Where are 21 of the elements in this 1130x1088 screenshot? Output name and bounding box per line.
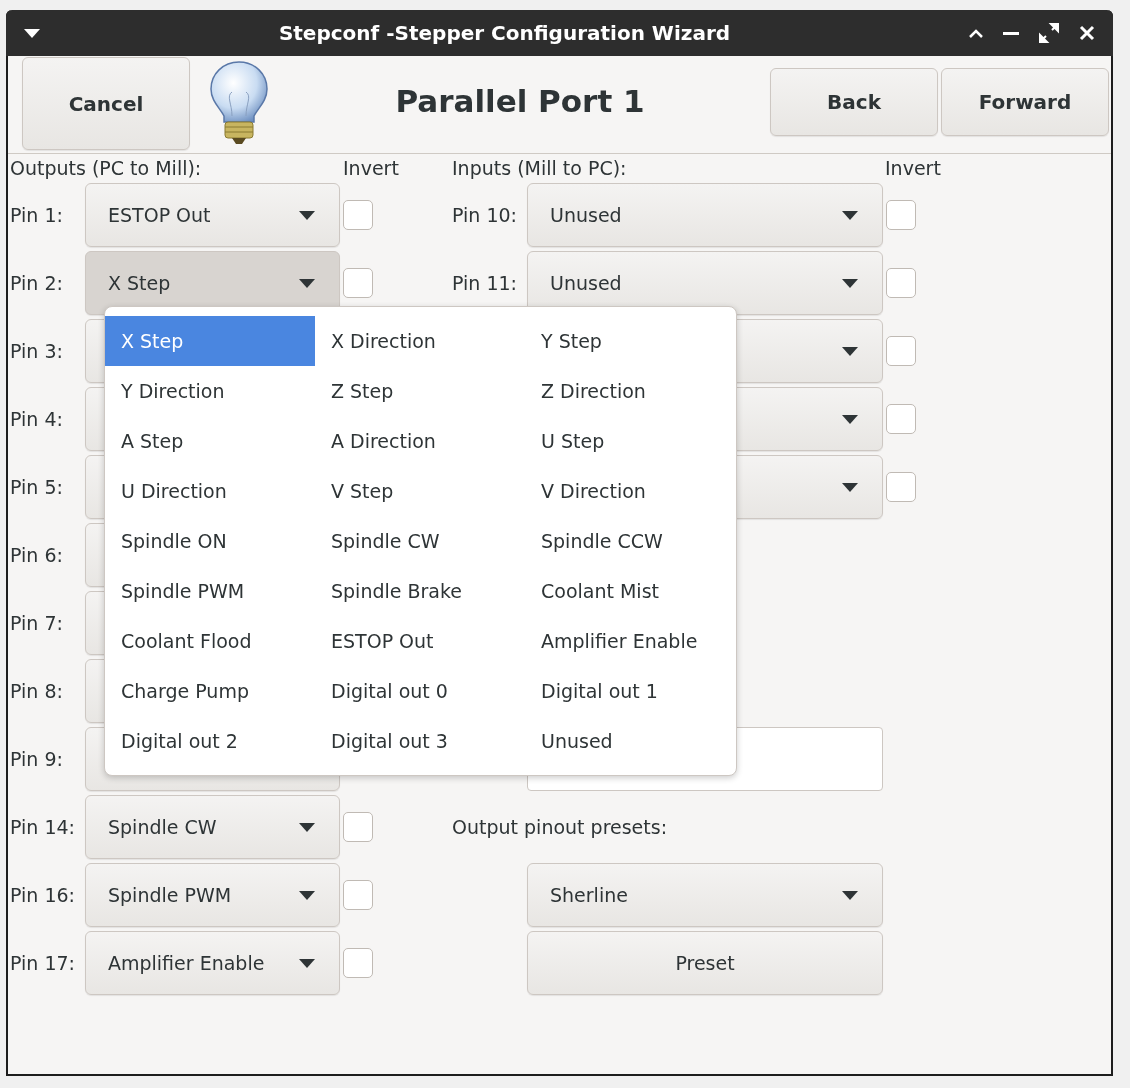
pin-label: Pin 10:	[452, 204, 518, 226]
pin-label: Pin 14:	[10, 816, 76, 838]
pin-label: Pin 5:	[10, 476, 64, 498]
pin-label: Pin 4:	[10, 408, 64, 430]
pin-label: Pin 1:	[10, 204, 64, 226]
page-title: Parallel Port 1	[394, 83, 646, 119]
column-heading: Invert	[884, 156, 941, 181]
pin-label: Pin 16:	[10, 884, 76, 906]
pin-label: Pin 2:	[10, 272, 64, 294]
pin-label: Pin 17:	[10, 952, 76, 974]
column-heading: Invert	[342, 156, 399, 181]
pin-label: Pin 9:	[10, 748, 64, 770]
pin-label: Pin 7:	[10, 612, 64, 634]
pin-label: Pin 3:	[10, 340, 64, 362]
section-heading: Inputs (Mill to PC):	[452, 156, 627, 181]
presets-label: Output pinout presets:	[452, 816, 669, 838]
section-heading: Outputs (PC to Mill):	[10, 156, 202, 181]
pin-label: Pin 8:	[10, 680, 64, 702]
pin-label: Pin 11:	[452, 272, 518, 294]
window-title: Stepconf -Stepper Configuration Wizard	[277, 21, 732, 45]
pin-label: Pin 6:	[10, 544, 64, 566]
